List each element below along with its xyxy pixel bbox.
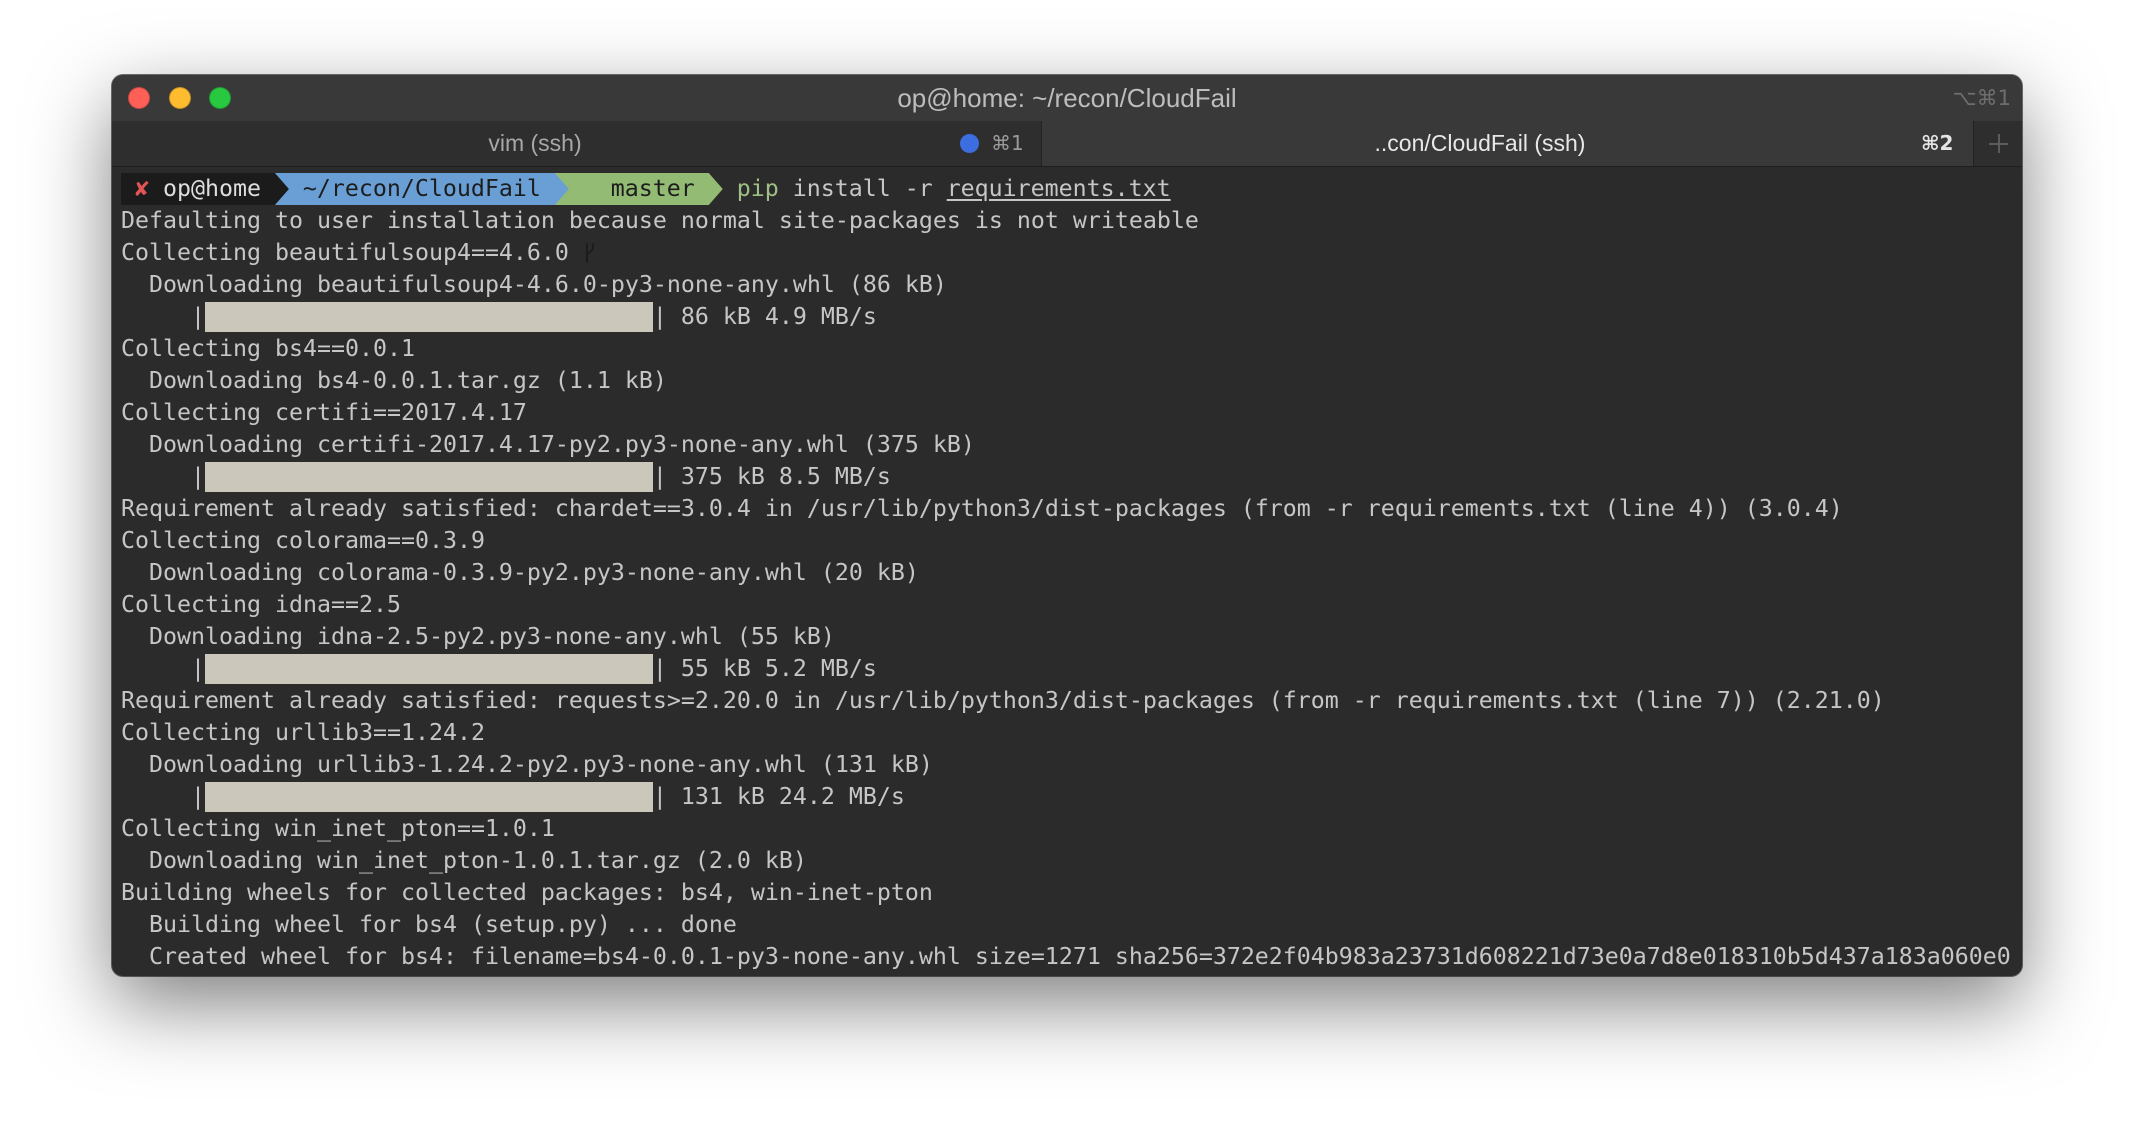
output-line: Downloading bs4-0.0.1.tar.gz (1.1 kB) bbox=[121, 367, 667, 394]
progress-bar bbox=[205, 462, 653, 492]
powerline-separator-icon bbox=[274, 173, 289, 205]
output-line: Requirement already satisfied: requests>… bbox=[121, 687, 1885, 714]
output-line: Requirement already satisfied: chardet==… bbox=[121, 495, 1843, 522]
command-file-arg: requirements.txt bbox=[946, 175, 1171, 202]
prompt-branch: master bbox=[610, 175, 695, 202]
output-line: Collecting certifi==2017.4.17 bbox=[121, 399, 527, 426]
output-line: Collecting idna==2.5 bbox=[121, 591, 401, 618]
progress-stats: | 131 kB 24.2 MB/s bbox=[652, 783, 905, 810]
error-status-icon: ✘ bbox=[134, 175, 149, 202]
powerline-separator-icon bbox=[709, 173, 723, 205]
tab-label: vim (ssh) bbox=[488, 130, 582, 156]
progress-line: | | 86 kB 4.9 MB/s bbox=[121, 301, 2022, 333]
prompt-path: ~/recon/CloudFail bbox=[302, 175, 541, 202]
title-bar[interactable]: op@home: ~/recon/CloudFail ⌥⌘1 bbox=[112, 75, 2022, 121]
progress-prefix: | bbox=[121, 303, 205, 330]
git-branch-icon bbox=[583, 177, 597, 263]
progress-prefix: | bbox=[121, 463, 205, 490]
output-line: Collecting beautifulsoup4==4.6.0 bbox=[121, 239, 569, 266]
progress-line: | | 375 kB 8.5 MB/s bbox=[121, 461, 2022, 493]
output-line: Collecting bs4==0.0.1 bbox=[121, 335, 415, 362]
minimize-button[interactable] bbox=[169, 87, 191, 109]
progress-stats: | 55 kB 5.2 MB/s bbox=[652, 655, 877, 682]
progress-prefix: | bbox=[121, 783, 205, 810]
output-line: Building wheels for collected packages: … bbox=[121, 879, 933, 906]
prompt-user-segment: ✘ op@home bbox=[121, 173, 275, 205]
progress-line: | | 131 kB 24.2 MB/s bbox=[121, 781, 2022, 813]
shell-prompt: ✘ op@home ~/recon/CloudFail master pip i… bbox=[121, 173, 2022, 263]
output-line: Downloading win_inet_pton-1.0.1.tar.gz (… bbox=[121, 847, 807, 874]
plus-icon bbox=[1989, 134, 2008, 153]
progress-bar bbox=[205, 782, 653, 812]
output-line: Defaulting to user installation because … bbox=[121, 207, 1199, 234]
tab-cloudfail-ssh[interactable]: ..con/CloudFail (ssh) ⌘2 bbox=[1041, 121, 1973, 166]
output-line: Downloading idna-2.5-py2.py3-none-any.wh… bbox=[121, 623, 835, 650]
progress-bar-fill bbox=[205, 782, 653, 812]
output-line: Collecting colorama==0.3.9 bbox=[121, 527, 485, 554]
progress-stats: | 86 kB 4.9 MB/s bbox=[652, 303, 877, 330]
tab-label: ..con/CloudFail (ssh) bbox=[1374, 130, 1586, 156]
activity-dot-icon bbox=[960, 134, 979, 153]
maximize-button[interactable] bbox=[209, 87, 231, 109]
tab-bar: vim (ssh) ⌘1 ..con/CloudFail (ssh) ⌘2 bbox=[112, 121, 2022, 167]
output-line: Downloading colorama-0.3.9-py2.py3-none-… bbox=[121, 559, 919, 586]
output-line: Downloading beautifulsoup4-4.6.0-py3-non… bbox=[121, 271, 947, 298]
tab-shortcut: ⌘2 bbox=[1921, 131, 1954, 155]
tab-shortcut: ⌘1 bbox=[991, 131, 1024, 155]
prompt-path-segment: ~/recon/CloudFail bbox=[288, 173, 555, 205]
new-tab-button[interactable] bbox=[1973, 121, 2022, 166]
progress-bar-fill bbox=[205, 462, 653, 492]
progress-prefix: | bbox=[121, 655, 205, 682]
prompt-user-host: op@home bbox=[162, 175, 261, 202]
progress-bar-fill bbox=[205, 302, 653, 332]
progress-line: | | 55 kB 5.2 MB/s bbox=[121, 653, 2022, 685]
progress-bar bbox=[205, 654, 653, 684]
progress-bar-fill bbox=[205, 654, 653, 684]
prompt-git-segment: master bbox=[568, 173, 709, 263]
close-button[interactable] bbox=[128, 87, 150, 109]
tab-vim-ssh[interactable]: vim (ssh) ⌘1 bbox=[112, 121, 1041, 166]
output-line: Downloading certifi-2017.4.17-py2.py3-no… bbox=[121, 431, 975, 458]
command-name: pip bbox=[736, 175, 779, 202]
terminal-output[interactable]: ✘ op@home ~/recon/CloudFail master pip i… bbox=[112, 167, 2022, 976]
progress-stats: | 375 kB 8.5 MB/s bbox=[652, 463, 891, 490]
command-args: install -r bbox=[792, 175, 933, 202]
window-title: op@home: ~/recon/CloudFail bbox=[897, 83, 1237, 113]
window-shortcut: ⌥⌘1 bbox=[1952, 86, 2011, 110]
powerline-separator-icon bbox=[554, 173, 569, 205]
output-line: Collecting urllib3==1.24.2 bbox=[121, 719, 485, 746]
command-line: pip install -r requirements.txt bbox=[737, 173, 1171, 205]
output-line: Downloading urllib3-1.24.2-py2.py3-none-… bbox=[121, 751, 933, 778]
progress-bar bbox=[205, 302, 653, 332]
output-line: Collecting win_inet_pton==1.0.1 bbox=[121, 815, 555, 842]
output-line: Building wheel for bs4 (setup.py) ... do… bbox=[121, 911, 737, 938]
terminal-window: op@home: ~/recon/CloudFail ⌥⌘1 vim (ssh)… bbox=[112, 75, 2022, 976]
output-line: Created wheel for bs4: filename=bs4-0.0.… bbox=[121, 943, 2011, 970]
